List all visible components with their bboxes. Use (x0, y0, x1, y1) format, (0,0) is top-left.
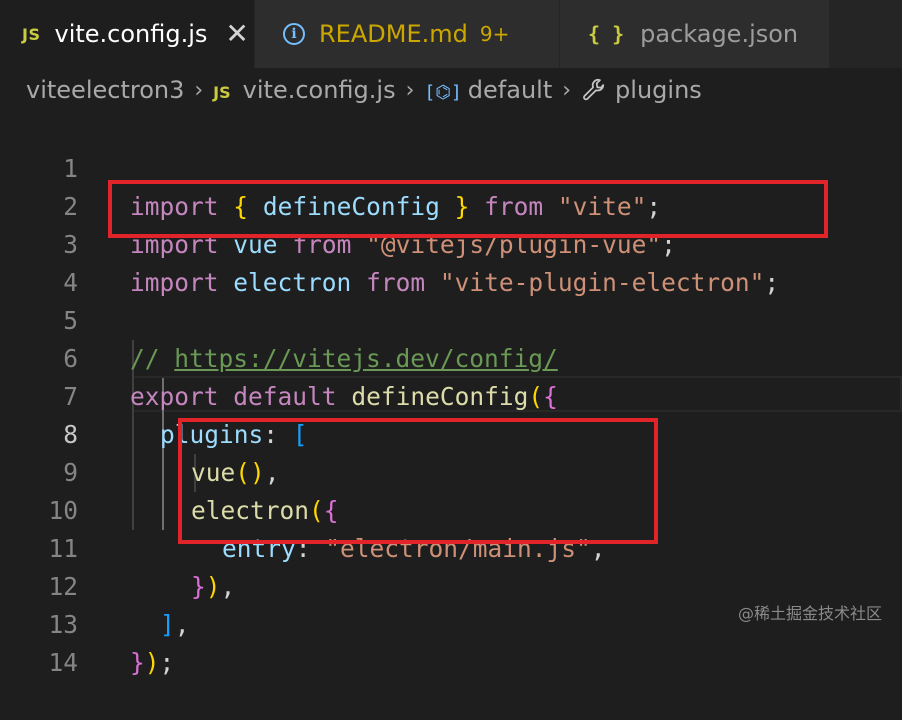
breadcrumb-symbol[interactable]: [⌬] default (424, 76, 552, 104)
tab-label: package.json (640, 20, 799, 48)
javascript-file-icon: JS (22, 24, 41, 44)
tab-label: README.md (319, 20, 468, 48)
code-line: 6 export default defineConfig({ (0, 302, 902, 411)
breadcrumb-property-label: plugins (615, 76, 702, 104)
code-line: 5 // https://vitejs.dev/config/ (0, 264, 902, 373)
info-icon: i (283, 23, 305, 45)
line-number: 14 (48, 648, 78, 677)
code-editor[interactable]: 1 import { defineConfig } from "vite"; 2… (0, 112, 902, 677)
tab-package-json[interactable]: { } package.json (560, 0, 830, 68)
code-text: }); (130, 644, 174, 682)
problems-count-badge: 9+ (479, 22, 510, 46)
variable-symbol-icon: [⌬] (424, 82, 462, 103)
tab-readme[interactable]: i README.md 9+ (255, 0, 560, 68)
javascript-file-icon: JS (213, 83, 231, 102)
breadcrumb: viteelectron3 › JS vite.config.js › [⌬] de… (0, 68, 902, 112)
token-brace: } (130, 648, 145, 677)
breadcrumb-project[interactable]: viteelectron3 (26, 76, 184, 104)
json-file-icon: { } (588, 22, 625, 46)
watermark: @稀土掘金技术社区 (737, 604, 882, 623)
highlight-box-import-electron (108, 180, 828, 238)
breadcrumb-file-label: vite.config.js (242, 76, 396, 104)
chevron-right-icon: › (562, 77, 572, 103)
token-bracket: ) (144, 648, 160, 677)
close-icon[interactable]: ✕ (225, 20, 248, 48)
highlight-box-electron-plugin (178, 418, 658, 544)
token-punct: ; (159, 648, 175, 677)
breadcrumb-property[interactable]: plugins (581, 76, 702, 104)
wrench-icon (583, 78, 605, 101)
code-line: 7 plugins: [ (0, 340, 902, 449)
code-line-current: 8 vue(), (0, 378, 902, 487)
breadcrumb-file[interactable]: JS vite.config.js (213, 76, 395, 104)
tab-label: vite.config.js (54, 20, 208, 48)
chevron-right-icon: › (405, 77, 415, 103)
tab-vite-config[interactable]: JS vite.config.js ✕ (0, 0, 255, 68)
editor-tab-bar: JS vite.config.js ✕ i README.md 9+ { } p… (0, 0, 902, 68)
chevron-right-icon: › (194, 77, 204, 103)
code-line: 1 import { defineConfig } from "vite"; (0, 112, 902, 221)
breadcrumb-symbol-label: default (467, 76, 553, 104)
